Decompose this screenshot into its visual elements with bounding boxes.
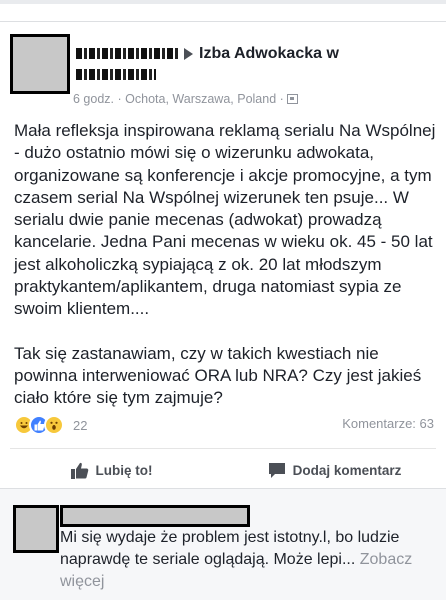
- comment-text: Mi się wydaje że problem jest istotny.l,…: [60, 529, 400, 568]
- comment-body: Mi się wydaje że problem jest istotny.l,…: [60, 527, 438, 593]
- divider: [10, 448, 436, 449]
- comments-section: Mi się wydaje że problem jest istotny.l,…: [0, 488, 446, 600]
- post-paragraph: Mała refleksja inspirowana reklamą seria…: [14, 121, 436, 319]
- group-name-continued[interactable]: [76, 66, 156, 86]
- post-actions: Lubię to! Dodaj komentarz: [0, 450, 446, 490]
- commenter-name-redacted[interactable]: [60, 505, 250, 527]
- audience-icon: [287, 94, 299, 104]
- group-name-redacted: [76, 69, 156, 81]
- like-button[interactable]: Lubię to!: [0, 450, 223, 490]
- author-avatar-redacted[interactable]: [10, 34, 70, 94]
- wow-reaction-icon: [44, 415, 64, 435]
- feed-post: Izba Adwokacka w 6 godz. · Ochota, Warsz…: [0, 22, 446, 500]
- like-label: Lubię to!: [95, 462, 153, 478]
- post-time[interactable]: 6 godz.: [73, 92, 114, 106]
- reactions-summary[interactable]: 22: [14, 414, 87, 436]
- post-meta: 6 godz. · Ochota, Warszawa, Poland ·: [73, 92, 299, 106]
- comments-count-link[interactable]: Komentarze: 63: [342, 416, 434, 431]
- post-header: Izba Adwokacka w: [76, 44, 436, 64]
- comment-bubble-icon: [268, 462, 285, 478]
- commenter-avatar-redacted[interactable]: [13, 505, 59, 553]
- meta-separator: ·: [117, 92, 122, 106]
- post-location[interactable]: Ochota, Warszawa, Poland: [125, 92, 276, 106]
- author-name-redacted[interactable]: [76, 48, 178, 60]
- arrow-right-icon: [184, 47, 193, 60]
- reactions-count: 22: [73, 417, 88, 433]
- post-paragraph: Tak się zastanawiam, czy w takich kwesti…: [14, 343, 422, 408]
- group-name-link[interactable]: Izba Adwokacka w: [199, 45, 339, 62]
- meta-separator: ·: [279, 92, 284, 106]
- comment-label: Dodaj komentarz: [292, 462, 402, 478]
- comment-button[interactable]: Dodaj komentarz: [223, 450, 446, 490]
- thumbs-up-icon: [70, 462, 88, 479]
- top-strip: [0, 0, 446, 22]
- post-body: Mała refleksja inspirowana reklamą seria…: [14, 120, 438, 410]
- feed-edge: [0, 0, 446, 4]
